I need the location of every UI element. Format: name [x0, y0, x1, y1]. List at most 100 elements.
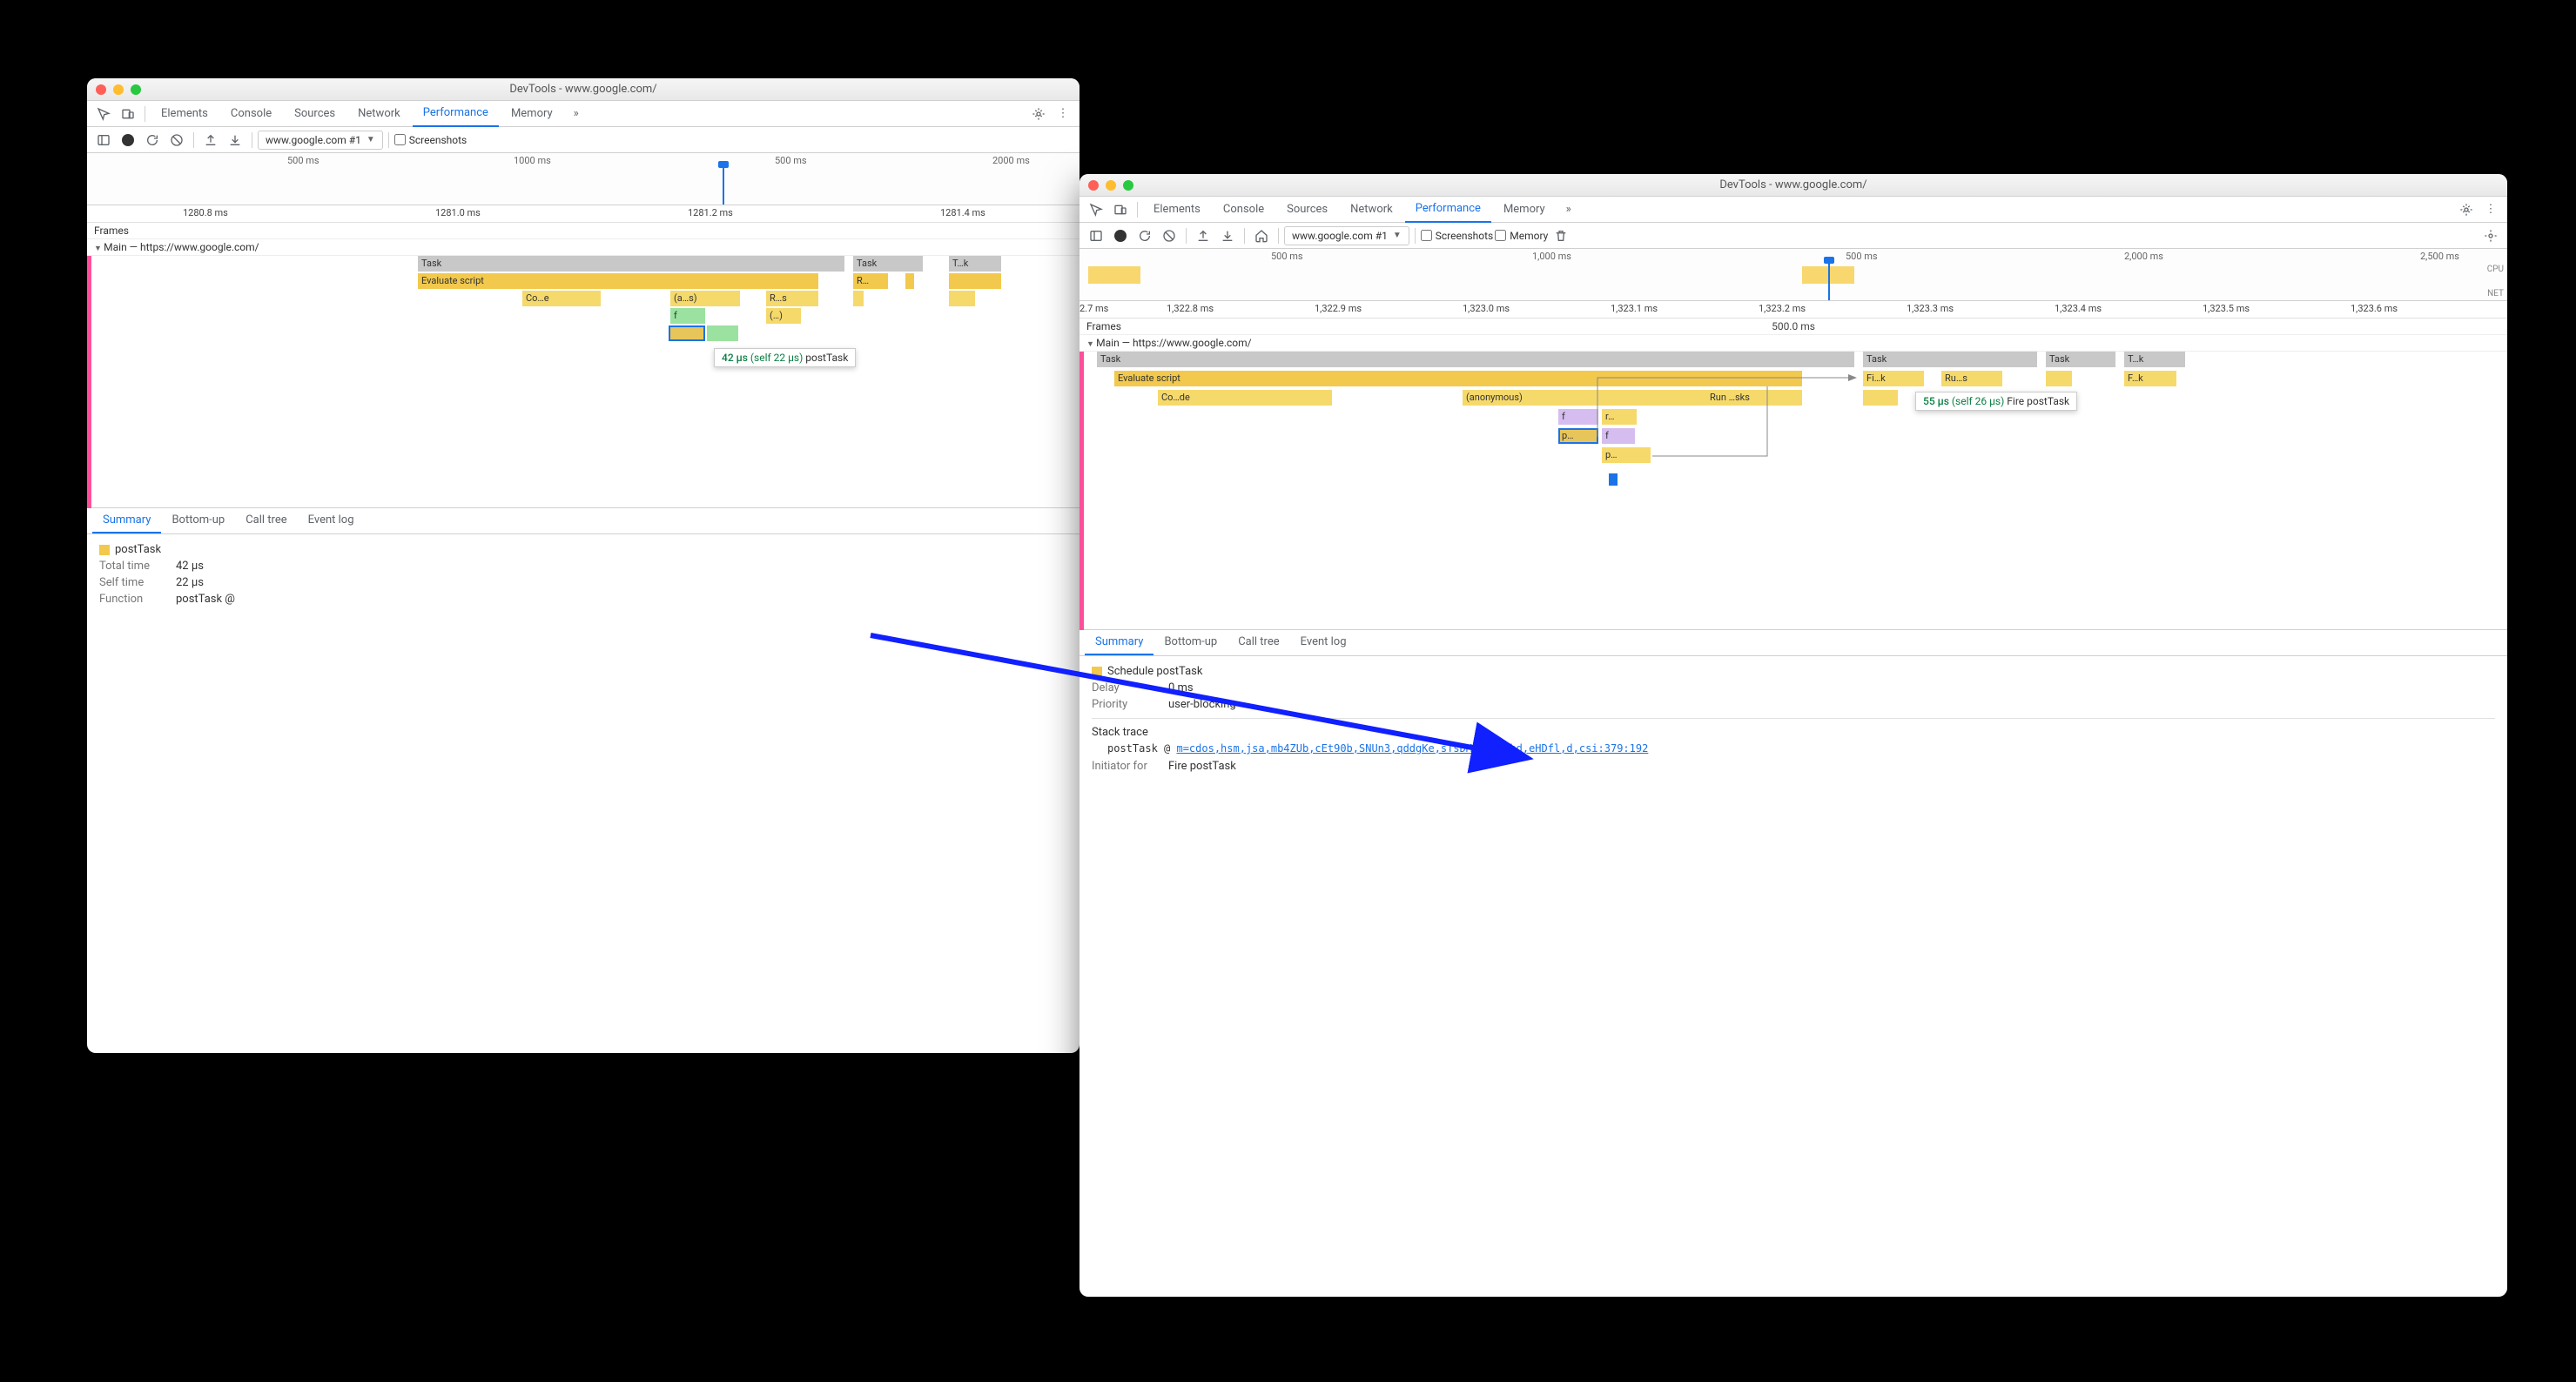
flame-task[interactable]: Task	[2046, 352, 2115, 367]
clear-icon[interactable]	[1158, 225, 1180, 247]
main-track-header[interactable]: Main — https://www.google.com/	[1079, 335, 2507, 352]
upload-icon[interactable]	[199, 129, 222, 151]
settings-icon[interactable]	[1027, 103, 1050, 125]
tab-performance[interactable]: Performance	[413, 101, 499, 127]
tab-memory[interactable]: Memory	[1493, 197, 1556, 223]
flame-evaluate-script[interactable]: Evaluate script	[418, 273, 818, 289]
tab-network[interactable]: Network	[347, 101, 411, 127]
detail-tab-summary[interactable]: Summary	[92, 508, 161, 533]
detail-ruler[interactable]: 2.7 ms 1,322.8 ms 1,322.9 ms 1,323.0 ms …	[1079, 301, 2507, 319]
flame-chart[interactable]: Task Task T…k Evaluate script R… Co…e (a…	[87, 256, 1079, 508]
flame-task[interactable]: Task	[853, 256, 923, 272]
titlebar[interactable]: DevTools - www.google.com/	[87, 78, 1079, 101]
main-track-header[interactable]: Main — https://www.google.com/	[87, 239, 1079, 256]
flame-call[interactable]: (a…s)	[670, 291, 740, 306]
flame-fk[interactable]: F…k	[2124, 371, 2176, 386]
flame-r[interactable]: r…	[1602, 409, 1637, 425]
kebab-menu-icon[interactable]: ⋮	[1052, 103, 1074, 125]
recording-name: www.google.com #1	[266, 134, 361, 146]
device-toolbar-icon[interactable]	[117, 103, 139, 125]
flame-chart[interactable]: Task Task Task T…k Evaluate script Fi…k …	[1079, 352, 2507, 630]
inspect-icon[interactable]	[92, 103, 115, 125]
traffic-lights[interactable]	[96, 84, 141, 95]
flame-runsks[interactable]: Run …sks	[1706, 390, 1802, 406]
timeline-overview[interactable]: 500 ms 1000 ms 500 ms 2000 ms	[87, 153, 1079, 205]
flame-task[interactable]: T…k	[2124, 352, 2185, 367]
flame-task[interactable]: Task	[1863, 352, 2037, 367]
zoom-icon[interactable]	[131, 84, 141, 95]
capture-settings-icon[interactable]	[2479, 225, 2502, 247]
record-button[interactable]	[117, 129, 139, 151]
zoom-icon[interactable]	[1123, 180, 1133, 191]
flame-runs[interactable]: Ru…s	[1941, 371, 2002, 386]
flame-fire[interactable]: Fi…k	[1863, 371, 1924, 386]
flame-task[interactable]: Task	[1097, 352, 1854, 367]
close-icon[interactable]	[1088, 180, 1099, 191]
record-button[interactable]	[1109, 225, 1132, 247]
flame-tooltip: 42 µs (self 22 µs) postTask	[714, 348, 856, 367]
detail-tab-eventlog[interactable]: Event log	[298, 508, 365, 533]
reload-record-icon[interactable]	[1133, 225, 1156, 247]
upload-icon[interactable]	[1192, 225, 1214, 247]
detail-ruler[interactable]: 1280.8 ms 1281.0 ms 1281.2 ms 1281.4 ms	[87, 205, 1079, 223]
trash-icon[interactable]	[1550, 225, 1572, 247]
flame-call[interactable]: Co…e	[522, 291, 601, 306]
more-tabs-icon[interactable]: »	[1557, 198, 1580, 221]
screenshots-checkbox[interactable]: Screenshots	[1421, 230, 1493, 242]
playhead[interactable]	[723, 166, 724, 205]
flame-f[interactable]: f	[670, 308, 705, 324]
flame-evaluate-script[interactable]: Evaluate script	[1114, 371, 1802, 386]
toggle-panel-icon[interactable]	[1085, 225, 1107, 247]
tab-performance[interactable]: Performance	[1405, 197, 1491, 223]
tab-memory[interactable]: Memory	[501, 101, 563, 127]
minimize-icon[interactable]	[113, 84, 124, 95]
recording-select[interactable]: www.google.com #1 ▼	[1284, 226, 1409, 245]
clear-icon[interactable]	[165, 129, 188, 151]
flame-code[interactable]: Co…de	[1158, 390, 1332, 406]
traffic-lights[interactable]	[1088, 180, 1133, 191]
flame-selected-posttask[interactable]	[669, 325, 705, 341]
flame-task[interactable]: T…k	[949, 256, 1001, 272]
flame-task[interactable]: Task	[418, 256, 844, 272]
tab-sources[interactable]: Sources	[1276, 197, 1338, 223]
detail-tab-calltree[interactable]: Call tree	[235, 508, 297, 533]
inspect-icon[interactable]	[1085, 198, 1107, 221]
device-toolbar-icon[interactable]	[1109, 198, 1132, 221]
toggle-panel-icon[interactable]	[92, 129, 115, 151]
flame-call[interactable]: R…s	[766, 291, 818, 306]
tab-console[interactable]: Console	[1213, 197, 1275, 223]
close-icon[interactable]	[96, 84, 106, 95]
tab-network[interactable]: Network	[1340, 197, 1403, 223]
flame-f2[interactable]: f	[1602, 428, 1635, 444]
home-icon[interactable]	[1250, 225, 1273, 247]
frames-track-header[interactable]: Frames 500.0 ms	[1079, 319, 2507, 335]
detail-tab-bottomup[interactable]: Bottom-up	[161, 508, 235, 533]
download-icon[interactable]	[224, 129, 246, 151]
download-icon[interactable]	[1216, 225, 1239, 247]
flame-f[interactable]: f	[1558, 409, 1598, 425]
flame-selected-schedule-posttask[interactable]: p…	[1558, 428, 1598, 444]
titlebar[interactable]: DevTools - www.google.com/	[1079, 174, 2507, 197]
memory-checkbox[interactable]: Memory	[1495, 230, 1548, 242]
flame-run[interactable]: R…	[853, 273, 888, 289]
tab-console[interactable]: Console	[220, 101, 282, 127]
reload-record-icon[interactable]	[141, 129, 164, 151]
tab-sources[interactable]: Sources	[284, 101, 346, 127]
tab-elements[interactable]: Elements	[1143, 197, 1211, 223]
minimize-icon[interactable]	[1106, 180, 1116, 191]
frames-track-header[interactable]: Frames	[87, 223, 1079, 239]
kebab-menu-icon[interactable]: ⋮	[2479, 198, 2502, 221]
performance-toolbar: www.google.com #1 ▼ Screenshots	[87, 127, 1079, 153]
recording-select[interactable]: www.google.com #1 ▼	[258, 131, 383, 150]
more-tabs-icon[interactable]: »	[565, 103, 588, 125]
timeline-overview[interactable]: 500 ms 1,000 ms 500 ms 2,000 ms 2,500 ms…	[1079, 249, 2507, 301]
settings-icon[interactable]	[2455, 198, 2478, 221]
main-panel-tabs: Elements Console Sources Network Perform…	[87, 101, 1079, 127]
screenshots-checkbox[interactable]: Screenshots	[394, 134, 467, 146]
playhead[interactable]	[1828, 262, 1830, 300]
flame-anon[interactable]: (…)	[766, 308, 801, 324]
flame-anon[interactable]: (anonymous)	[1463, 390, 1724, 406]
performance-toolbar: www.google.com #1 ▼ Screenshots Memory	[1079, 223, 2507, 249]
flame-p2[interactable]: p…	[1602, 447, 1651, 463]
tab-elements[interactable]: Elements	[151, 101, 219, 127]
